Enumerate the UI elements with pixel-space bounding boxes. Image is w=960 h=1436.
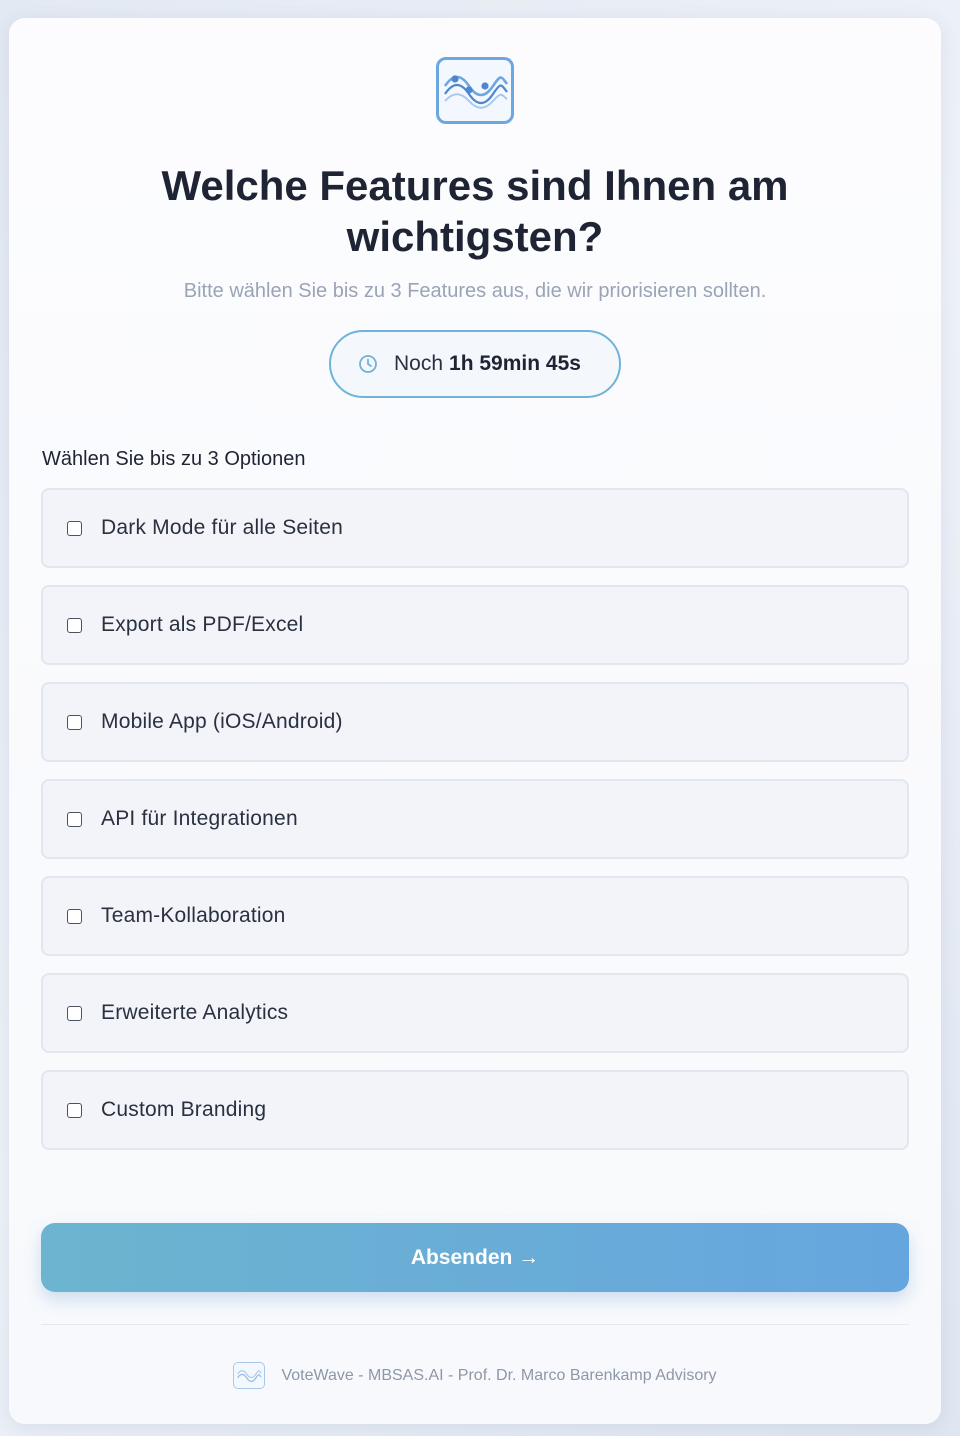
option-team-collaboration[interactable]: Team-Kollaboration xyxy=(41,876,909,956)
wave-logo-icon xyxy=(436,57,514,124)
timer-value: 1h 59min 45s xyxy=(449,352,581,375)
footer-divider xyxy=(41,1324,909,1325)
option-export[interactable]: Export als PDF/Excel xyxy=(41,585,909,665)
option-label: Custom Branding xyxy=(101,1098,267,1121)
option-label: Mobile App (iOS/Android) xyxy=(101,710,343,733)
footer: VoteWave - MBSAS.AI - Prof. Dr. Marco Ba… xyxy=(9,1362,941,1389)
option-analytics[interactable]: Erweiterte Analytics xyxy=(41,973,909,1053)
option-dark-mode[interactable]: Dark Mode für alle Seiten xyxy=(41,488,909,568)
countdown-timer: Noch 1h 59min 45s xyxy=(329,330,621,398)
clock-icon xyxy=(358,354,378,374)
checkbox[interactable] xyxy=(67,908,82,924)
checkbox[interactable] xyxy=(67,811,82,827)
option-label: API für Integrationen xyxy=(101,807,298,830)
wave-logo-icon xyxy=(233,1362,266,1389)
checkbox[interactable] xyxy=(67,714,82,730)
footer-text: VoteWave - MBSAS.AI - Prof. Dr. Marco Ba… xyxy=(281,1366,717,1384)
option-custom-branding[interactable]: Custom Branding xyxy=(41,1070,909,1150)
checkbox[interactable] xyxy=(67,1005,82,1021)
question-title: Welche Features sind Ihnen am wichtigste… xyxy=(161,162,789,260)
option-label: Team-Kollaboration xyxy=(101,904,286,927)
checkbox[interactable] xyxy=(67,617,82,633)
option-api[interactable]: API für Integrationen xyxy=(41,779,909,859)
timer-prefix: Noch xyxy=(394,352,444,375)
option-label: Export als PDF/Excel xyxy=(101,613,304,636)
checkbox[interactable] xyxy=(67,1102,82,1118)
option-label: Dark Mode für alle Seiten xyxy=(101,516,343,539)
option-mobile-app[interactable]: Mobile App (iOS/Android) xyxy=(41,682,909,762)
checkbox[interactable] xyxy=(67,520,82,536)
question-subtitle: Bitte wählen Sie bis zu 3 Features aus, … xyxy=(183,280,767,302)
options-list: Dark Mode für alle Seiten Export als PDF… xyxy=(41,488,909,1167)
submit-button[interactable]: Absenden → xyxy=(41,1223,909,1292)
options-label: Wählen Sie bis zu 3 Optionen xyxy=(42,448,306,470)
poll-card: Welche Features sind Ihnen am wichtigste… xyxy=(9,18,941,1424)
option-label: Erweiterte Analytics xyxy=(101,1001,289,1024)
